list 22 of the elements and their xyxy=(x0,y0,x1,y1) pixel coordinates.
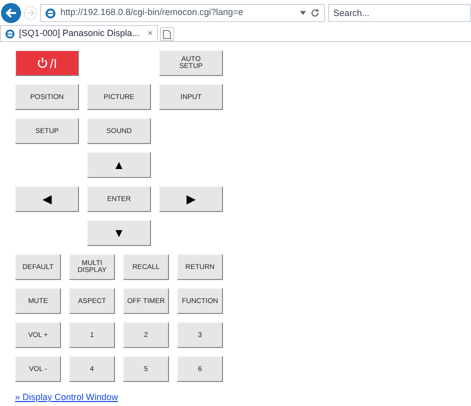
dropdown-icon[interactable] xyxy=(300,11,306,15)
power-button[interactable]: /I xyxy=(15,50,79,76)
arrow-button[interactable]: ▶ xyxy=(159,186,223,212)
arrow-button[interactable]: ▼ xyxy=(87,220,151,246)
display-control-link[interactable]: » Display Control Window xyxy=(15,392,118,402)
url-text: http://192.168.0.8/cgi-bin/remocon.cgi?lang=e xyxy=(60,6,244,20)
forward-arrow-icon xyxy=(26,9,35,17)
arrow-button[interactable]: ◀ xyxy=(15,186,79,212)
back-arrow-icon xyxy=(4,7,17,19)
browser-tab[interactable]: [SQ1-000] Panasonic Displa... × xyxy=(0,25,158,41)
search-field[interactable]: Search... xyxy=(328,4,471,22)
globe-icon xyxy=(5,28,15,38)
tab-title: [SQ1-000] Panasonic Displa... xyxy=(19,26,140,40)
power-icon xyxy=(36,57,48,69)
address-bar[interactable]: http://192.168.0.8/cgi-bin/remocon.cgi?lang=e xyxy=(40,4,326,22)
arrow-button[interactable]: ▲ xyxy=(87,152,151,178)
globe-icon xyxy=(45,8,56,18)
new-tab-icon xyxy=(162,30,171,38)
new-tab-button[interactable] xyxy=(160,27,174,41)
close-tab-button[interactable]: × xyxy=(148,26,153,40)
refresh-icon[interactable] xyxy=(310,8,320,18)
back-button[interactable] xyxy=(1,3,21,23)
